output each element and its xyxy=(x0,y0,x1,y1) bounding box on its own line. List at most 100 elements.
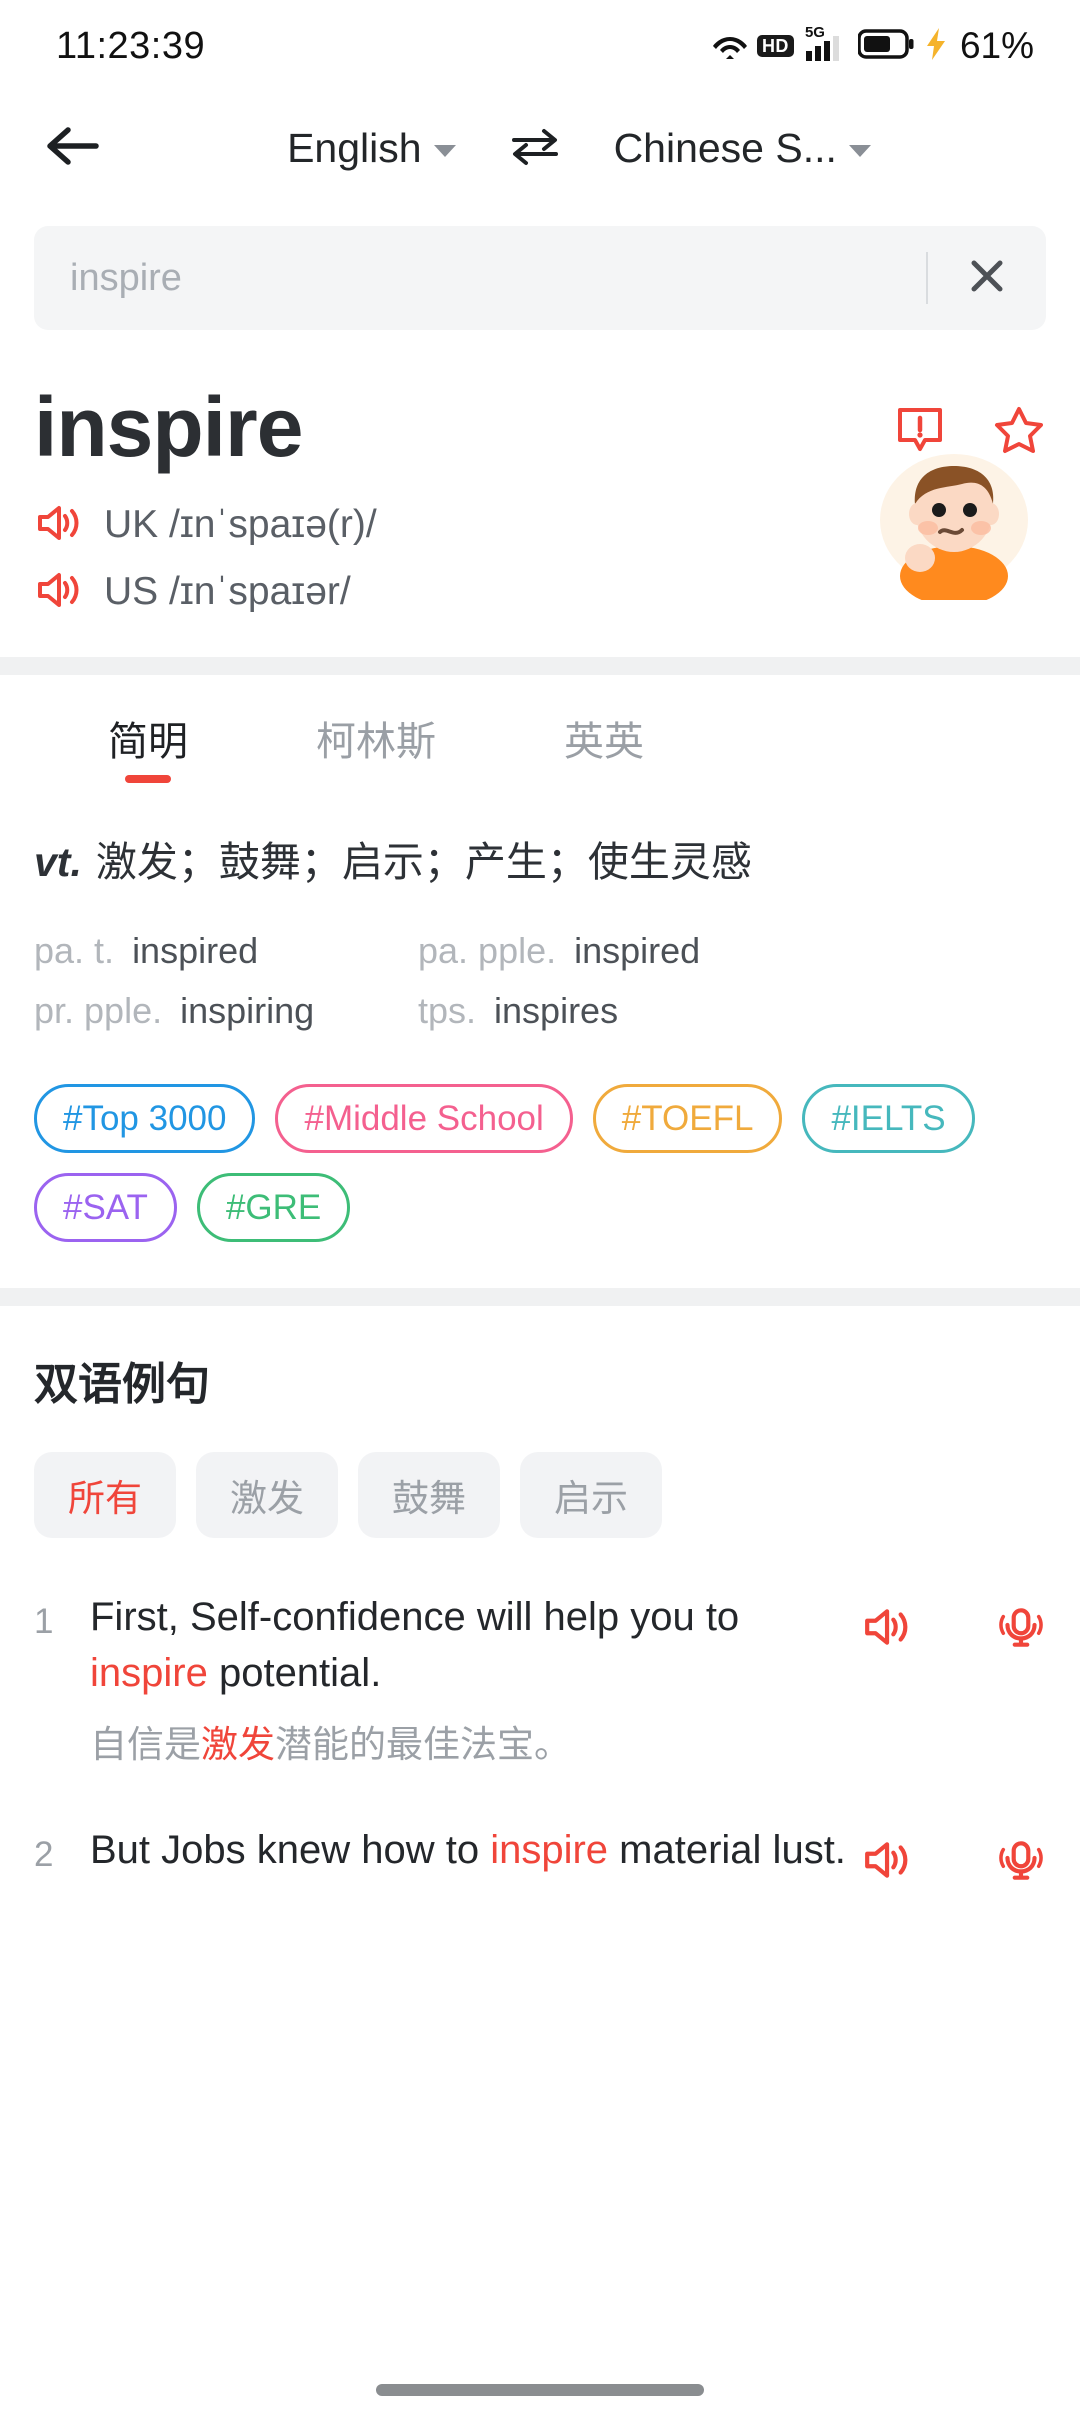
dictionary-tabs: 简明 柯林斯 英英 xyxy=(0,709,1080,783)
section-divider xyxy=(0,1288,1080,1307)
form-value: inspiring xyxy=(180,990,315,1032)
tag-label: #SAT xyxy=(63,1188,148,1228)
clear-search-button[interactable] xyxy=(928,254,1046,303)
definition-line: vt. 激发；鼓舞；启示；产生；使生灵感 xyxy=(34,835,1046,890)
section-divider xyxy=(0,656,1080,675)
speaker-icon[interactable] xyxy=(34,501,82,550)
back-button[interactable] xyxy=(46,124,124,173)
form-key: pa. t. xyxy=(34,930,115,972)
tag-label: #TOEFL xyxy=(621,1099,754,1139)
chip-label: 启示 xyxy=(554,1478,628,1520)
network-type-label: 5G xyxy=(804,24,825,41)
search-bar[interactable] xyxy=(34,226,1046,330)
page-title: inspire xyxy=(34,380,303,474)
tag-label: #IELTS xyxy=(831,1099,946,1139)
chevron-down-icon xyxy=(848,145,871,157)
microphone-icon[interactable] xyxy=(996,1837,1046,1888)
tag-toefl[interactable]: #TOEFL xyxy=(592,1084,783,1154)
example-body: First, Self-confidence will help you to … xyxy=(90,1590,860,1770)
charging-bolt-icon xyxy=(925,27,947,66)
target-language-label: Chinese S... xyxy=(613,124,837,171)
close-icon xyxy=(965,254,1009,303)
chip-label: 所有 xyxy=(68,1478,142,1520)
speaker-icon[interactable] xyxy=(34,568,82,617)
filter-chip-all[interactable]: 所有 xyxy=(34,1452,176,1539)
app-screen: 11:23:39 HD 5G 61% English Chinese S... … xyxy=(0,0,1080,2412)
example-english: First, Self-confidence will help you to … xyxy=(90,1590,846,1700)
tag-label: #Top 3000 xyxy=(63,1099,227,1139)
search-input[interactable] xyxy=(70,256,926,300)
example-english: But Jobs knew how to inspire material lu… xyxy=(90,1823,846,1878)
source-language-label: English xyxy=(287,124,422,171)
example-number: 2 xyxy=(34,1834,54,1874)
tab-collins[interactable]: 柯林斯 xyxy=(262,709,490,783)
definition-senses: 激发；鼓舞；启示；产生；使生灵感 xyxy=(95,838,752,885)
examples-section: 双语例句 所有 激发 鼓舞 启示 试一下跟读功能 1 First, Self-c… xyxy=(0,1306,1080,1887)
example-item: 1 First, Self-confidence will help you t… xyxy=(34,1590,1046,1770)
tab-jianming[interactable]: 简明 xyxy=(34,709,262,783)
example-en-highlight: inspire xyxy=(490,1827,609,1872)
example-actions xyxy=(860,1823,1046,1888)
hd-icon: HD xyxy=(756,34,794,58)
language-selector-group: English Chinese S... xyxy=(124,125,1034,172)
word-forms: pa. t. inspired pa. pple. inspired pr. p… xyxy=(34,930,1046,1032)
examples-section-title: 双语例句 xyxy=(34,1360,210,1410)
signal-icon: 5G xyxy=(805,24,847,62)
example-en-pre: First, Self-confidence will help you to xyxy=(90,1595,740,1640)
battery-icon xyxy=(857,28,914,64)
pronunciation-us-label: US /ɪnˈspaɪər/ xyxy=(104,570,351,614)
word-form-past-tense: pa. t. inspired xyxy=(34,930,418,972)
swap-horizontal-icon[interactable] xyxy=(508,126,562,171)
example-zh-post: 潜能的最佳法宝。 xyxy=(275,1723,571,1765)
word-header: inspire UK /ɪnˈspaɪə(r)/ US /ɪnˈspaɪər/ xyxy=(0,330,1080,617)
word-form-row: pa. t. inspired pa. pple. inspired xyxy=(34,930,1046,972)
example-filter-chips: 所有 激发 鼓舞 启示 xyxy=(34,1452,1046,1539)
filter-chip-jifa[interactable]: 激发 xyxy=(196,1452,338,1539)
tab-label: 简明 xyxy=(108,719,188,764)
example-chinese: 自信是激发潜能的最佳法宝。 xyxy=(90,1719,846,1771)
chip-label: 鼓舞 xyxy=(392,1478,466,1520)
tag-gre[interactable]: #GRE xyxy=(196,1173,351,1243)
form-value: inspires xyxy=(494,990,619,1032)
tag-middle-school[interactable]: #Middle School xyxy=(275,1084,573,1154)
region-label-us: US xyxy=(104,570,159,614)
ipa-us: /ɪnˈspaɪər/ xyxy=(169,570,351,614)
top-navigation-bar: English Chinese S... xyxy=(0,92,1080,204)
form-key: pr. pple. xyxy=(34,990,163,1032)
speaker-icon[interactable] xyxy=(860,1604,912,1655)
tag-sat[interactable]: #SAT xyxy=(34,1173,177,1243)
form-value: inspired xyxy=(132,930,259,972)
speaker-icon[interactable] xyxy=(860,1837,912,1888)
example-en-highlight: inspire xyxy=(90,1650,208,1695)
mascot-boy-icon xyxy=(870,448,1038,606)
status-time: 11:23:39 xyxy=(56,24,206,67)
definition-block: vt. 激发；鼓舞；启示；产生；使生灵感 pa. t. inspired pa. … xyxy=(0,783,1080,1032)
tag-top3000[interactable]: #Top 3000 xyxy=(34,1084,256,1154)
word-form-third-person: tps. inspires xyxy=(418,990,618,1032)
tab-english-english[interactable]: 英英 xyxy=(490,709,718,783)
tag-ielts[interactable]: #IELTS xyxy=(802,1084,975,1154)
region-label-uk: UK xyxy=(104,503,159,547)
example-zh-pre: 自信是 xyxy=(90,1723,201,1765)
example-en-pre: But Jobs knew how to xyxy=(90,1827,491,1872)
status-bar: 11:23:39 HD 5G 61% xyxy=(0,0,1080,92)
wifi-icon xyxy=(712,32,747,60)
example-actions xyxy=(860,1590,1046,1770)
part-of-speech: vt. xyxy=(34,838,82,885)
filter-chip-qishi[interactable]: 启示 xyxy=(520,1452,662,1539)
form-key: pa. pple. xyxy=(418,930,557,972)
source-language-selector[interactable]: English xyxy=(287,124,456,172)
example-en-post: potential. xyxy=(207,1650,382,1695)
word-tag-list: #Top 3000 #Middle School #TOEFL #IELTS #… xyxy=(0,1050,1080,1243)
tab-label: 柯林斯 xyxy=(316,719,436,764)
chevron-down-icon xyxy=(433,145,456,157)
target-language-selector[interactable]: Chinese S... xyxy=(614,125,871,172)
filter-chip-guwu[interactable]: 鼓舞 xyxy=(358,1452,500,1539)
arrow-left-icon xyxy=(46,124,100,173)
example-zh-highlight: 激发 xyxy=(201,1723,275,1765)
microphone-icon[interactable] xyxy=(996,1604,1046,1655)
ipa-uk: /ɪnˈspaɪə(r)/ xyxy=(169,503,377,547)
status-icons: HD 5G 61% xyxy=(712,24,1034,67)
pronunciation-uk-label: UK /ɪnˈspaɪə(r)/ xyxy=(104,503,377,547)
form-value: inspired xyxy=(574,930,701,972)
